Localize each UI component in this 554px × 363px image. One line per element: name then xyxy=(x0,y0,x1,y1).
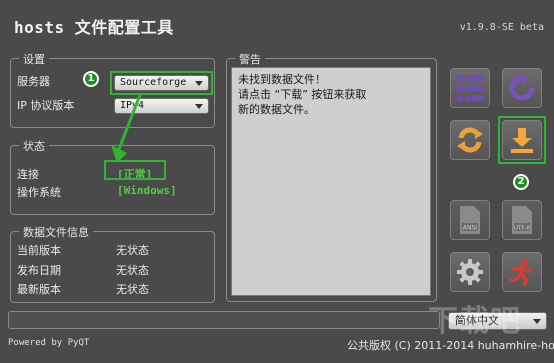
chevron-down-icon xyxy=(533,319,541,324)
warning-line: 新的数据文件。 xyxy=(238,103,315,116)
save-ansi-text: ANSI xyxy=(463,225,477,232)
warning-line: 未找到数据文件！ xyxy=(238,73,326,86)
annotation-arrow-icon xyxy=(111,94,142,163)
refresh-button[interactable] xyxy=(502,68,542,108)
powered-by-label: Powered by PyQT xyxy=(8,338,90,348)
exit-button[interactable] xyxy=(502,252,542,292)
annotation-highlight-download xyxy=(498,116,546,164)
current-version-label: 当前版本 xyxy=(17,244,61,257)
save-utf8-text: UTF-8 xyxy=(514,226,531,232)
server-label: 服务器 xyxy=(17,75,50,88)
status-legend: 状态 xyxy=(19,138,49,154)
app-title: hosts 文件配置工具 xyxy=(14,18,174,37)
release-date-label: 发布日期 xyxy=(17,264,61,277)
data-info-group: 数据文件信息 当前版本 无状态 发布日期 无状态 最新版本 无状态 xyxy=(10,224,215,303)
os-label: 操作系统 xyxy=(17,186,61,199)
annotation-number-one: 1 xyxy=(83,71,99,87)
settings-button[interactable] xyxy=(450,252,490,292)
list-icon xyxy=(456,75,484,101)
latest-version-value: 无状态 xyxy=(116,283,149,296)
warning-legend: 警告 xyxy=(235,51,265,67)
watermark-logo: 下载吧 xyxy=(428,304,521,339)
release-date-value: 无状态 xyxy=(116,264,149,277)
save-utf8-button[interactable]: UTF-8 xyxy=(502,200,542,240)
warning-line: 请点击 “下载” 按钮来获取 xyxy=(238,88,367,101)
gear-icon xyxy=(457,259,483,285)
refresh-icon xyxy=(509,74,535,101)
annotation-highlight-server xyxy=(110,71,213,95)
latest-version-label: 最新版本 xyxy=(17,283,61,296)
update-hosts-button[interactable] xyxy=(450,120,490,160)
save-ansi-button[interactable]: ANSI xyxy=(450,200,490,240)
chevron-down-icon xyxy=(195,104,203,109)
save-utf8-icon: UTF-8 xyxy=(512,206,532,234)
progress-bar xyxy=(8,311,440,329)
data-info-legend: 数据文件信息 xyxy=(19,224,93,240)
warning-text-area[interactable]: 未找到数据文件！ 请点击 “下载” 按钮来获取 新的数据文件。 xyxy=(231,67,431,296)
exit-runner-icon xyxy=(509,259,534,286)
settings-legend: 设置 xyxy=(19,51,49,67)
sync-icon xyxy=(457,127,483,153)
version-label: v1.9.8-SE beta xyxy=(459,22,544,33)
current-version-value: 无状态 xyxy=(116,244,149,257)
connection-label: 连接 xyxy=(17,168,39,181)
annotation-number-two: 2 xyxy=(513,174,529,190)
function-list-button[interactable] xyxy=(450,68,490,108)
ip-version-label: IP 协议版本 xyxy=(17,99,75,112)
save-ansi-icon: ANSI xyxy=(460,206,480,234)
os-status: [Windows] xyxy=(117,184,177,197)
